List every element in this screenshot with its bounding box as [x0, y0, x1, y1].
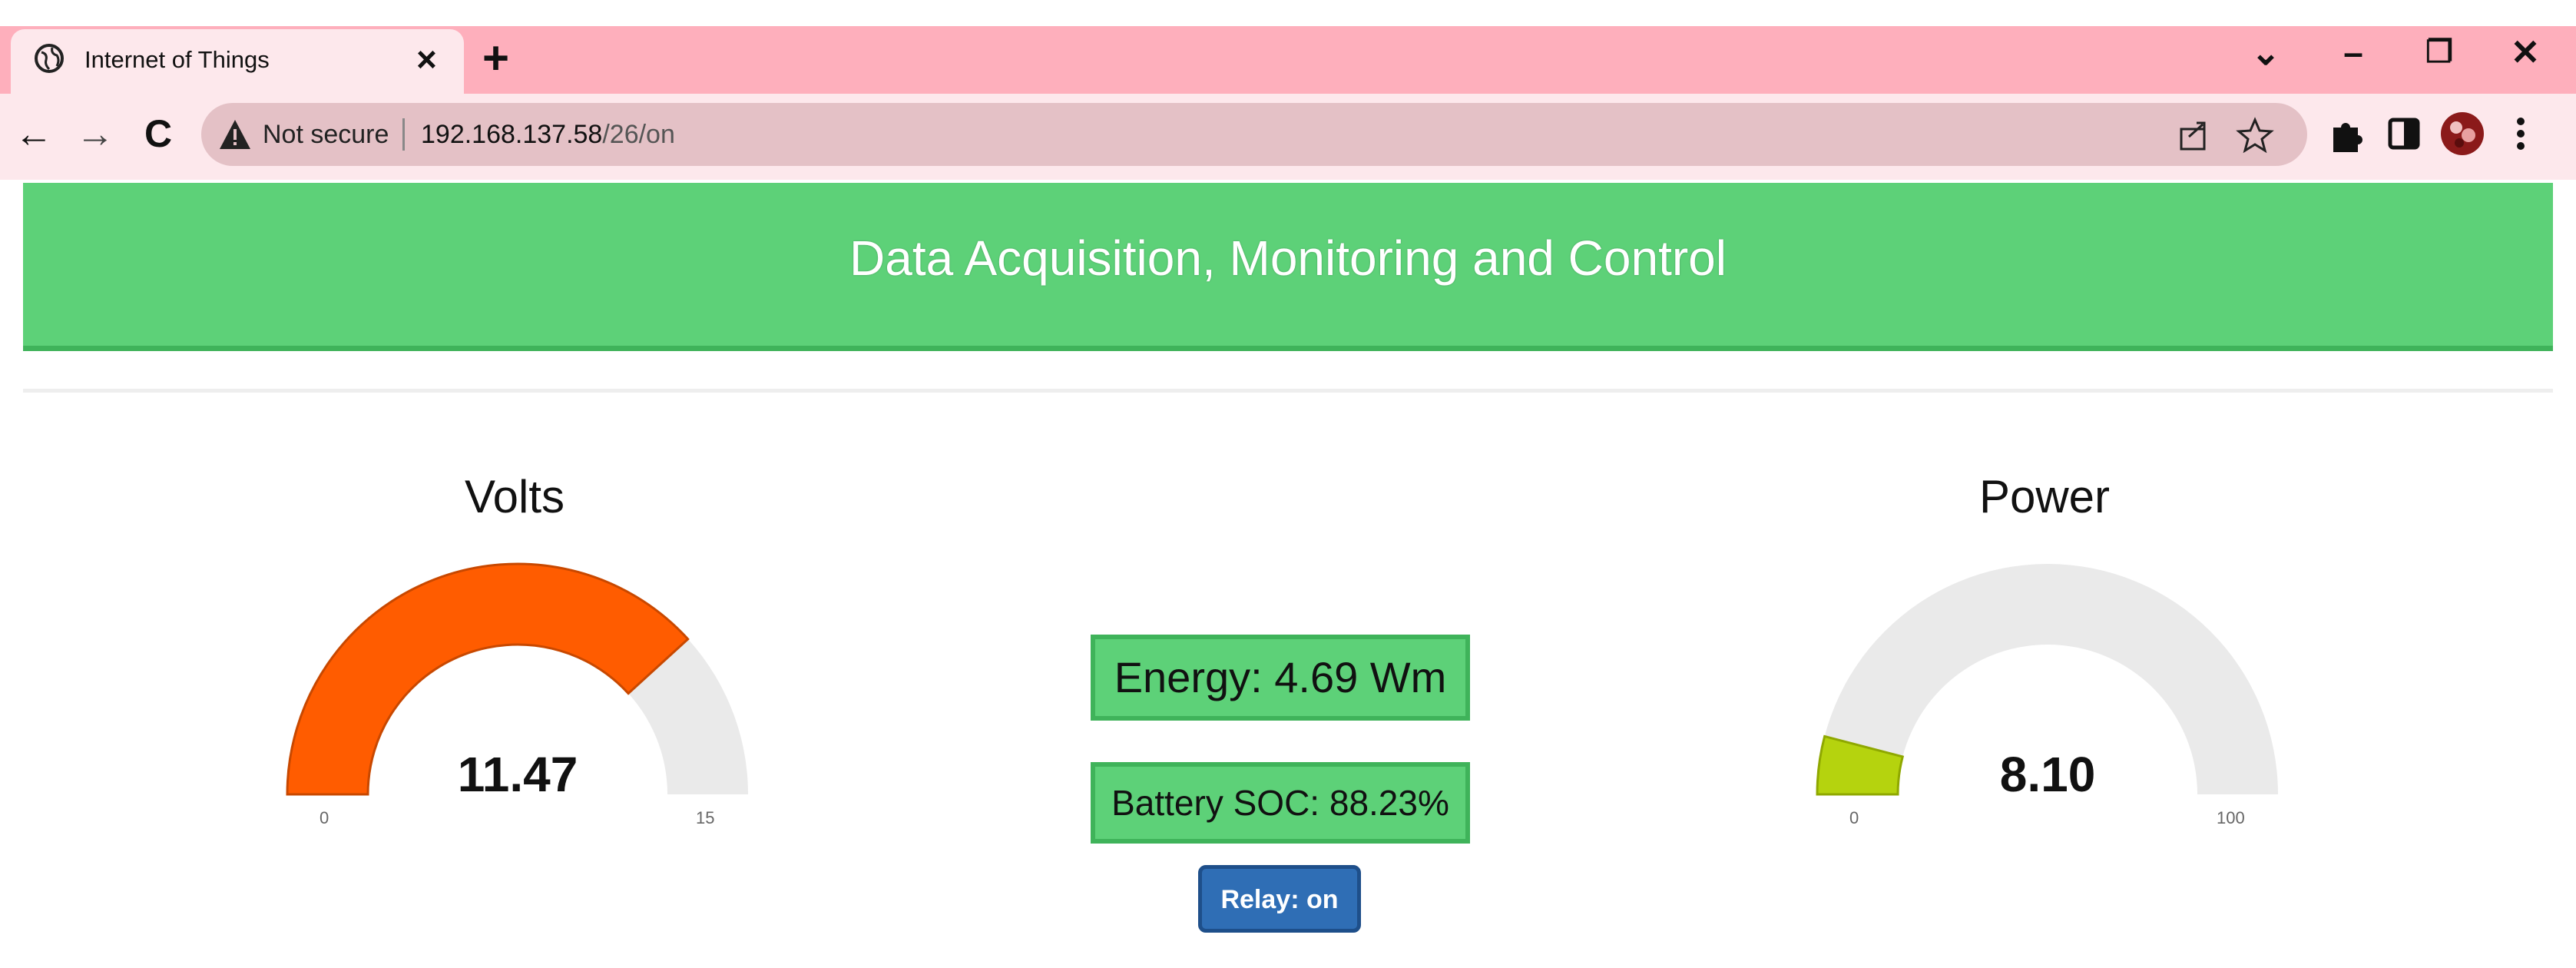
star-icon[interactable] — [2235, 115, 2275, 155]
power-gauge-title: Power — [1978, 471, 2111, 522]
url-text: 192.168.137.58/26/on — [421, 117, 675, 152]
address-bar[interactable]: Not secure 192.168.137.58/26/on — [201, 103, 2307, 166]
tab-close-button[interactable]: × — [416, 41, 437, 77]
relay-toggle-button[interactable]: Relay: on — [1198, 865, 1361, 933]
energy-display: Energy: 4.69 Wm — [1091, 635, 1470, 721]
volts-min-label: 0 — [320, 808, 329, 827]
new-tab-button[interactable]: + — [482, 35, 509, 81]
tab-search-button[interactable]: ⌄ — [2243, 31, 2289, 74]
page-header: Data Acquisition, Monitoring and Control — [23, 183, 2553, 351]
menu-icon[interactable] — [2504, 111, 2538, 157]
power-max-label: 100 — [2217, 808, 2245, 827]
share-icon[interactable] — [2174, 115, 2213, 155]
tab-title: Internet of Things — [84, 46, 270, 73]
page-title: Data Acquisition, Monitoring and Control — [849, 230, 1727, 286]
battery-soc-display: Battery SOC: 88.23% — [1091, 762, 1470, 844]
volts-gauge-title: Volts — [464, 471, 565, 522]
minimize-button[interactable]: – — [2330, 31, 2376, 74]
globe-icon — [35, 44, 64, 73]
profile-avatar[interactable] — [2439, 111, 2485, 157]
omnibox-divider — [402, 118, 405, 151]
browser-toolbar: ← → C Not secure 192.168.137.58/26/on — [0, 94, 2576, 180]
back-button[interactable]: ← — [11, 111, 57, 157]
url-host: 192.168.137.58 — [421, 120, 603, 149]
reload-button[interactable]: C — [135, 111, 181, 157]
url-path: /26/on — [602, 120, 675, 149]
power-value: 8.10 — [1999, 747, 2096, 802]
forward-button[interactable]: → — [72, 111, 118, 157]
warning-icon — [220, 120, 250, 149]
volts-max-label: 15 — [696, 808, 715, 827]
security-label: Not secure — [263, 120, 389, 149]
restore-button[interactable]: ❐ — [2416, 31, 2462, 74]
volts-value: 11.47 — [457, 747, 578, 802]
close-window-button[interactable]: ✕ — [2502, 31, 2548, 74]
sidepanel-icon[interactable] — [2381, 111, 2427, 157]
divider — [23, 389, 2553, 393]
power-min-label: 0 — [1849, 808, 1859, 827]
extensions-icon[interactable] — [2323, 111, 2369, 157]
browser-tab[interactable]: Internet of Things × — [11, 29, 464, 94]
